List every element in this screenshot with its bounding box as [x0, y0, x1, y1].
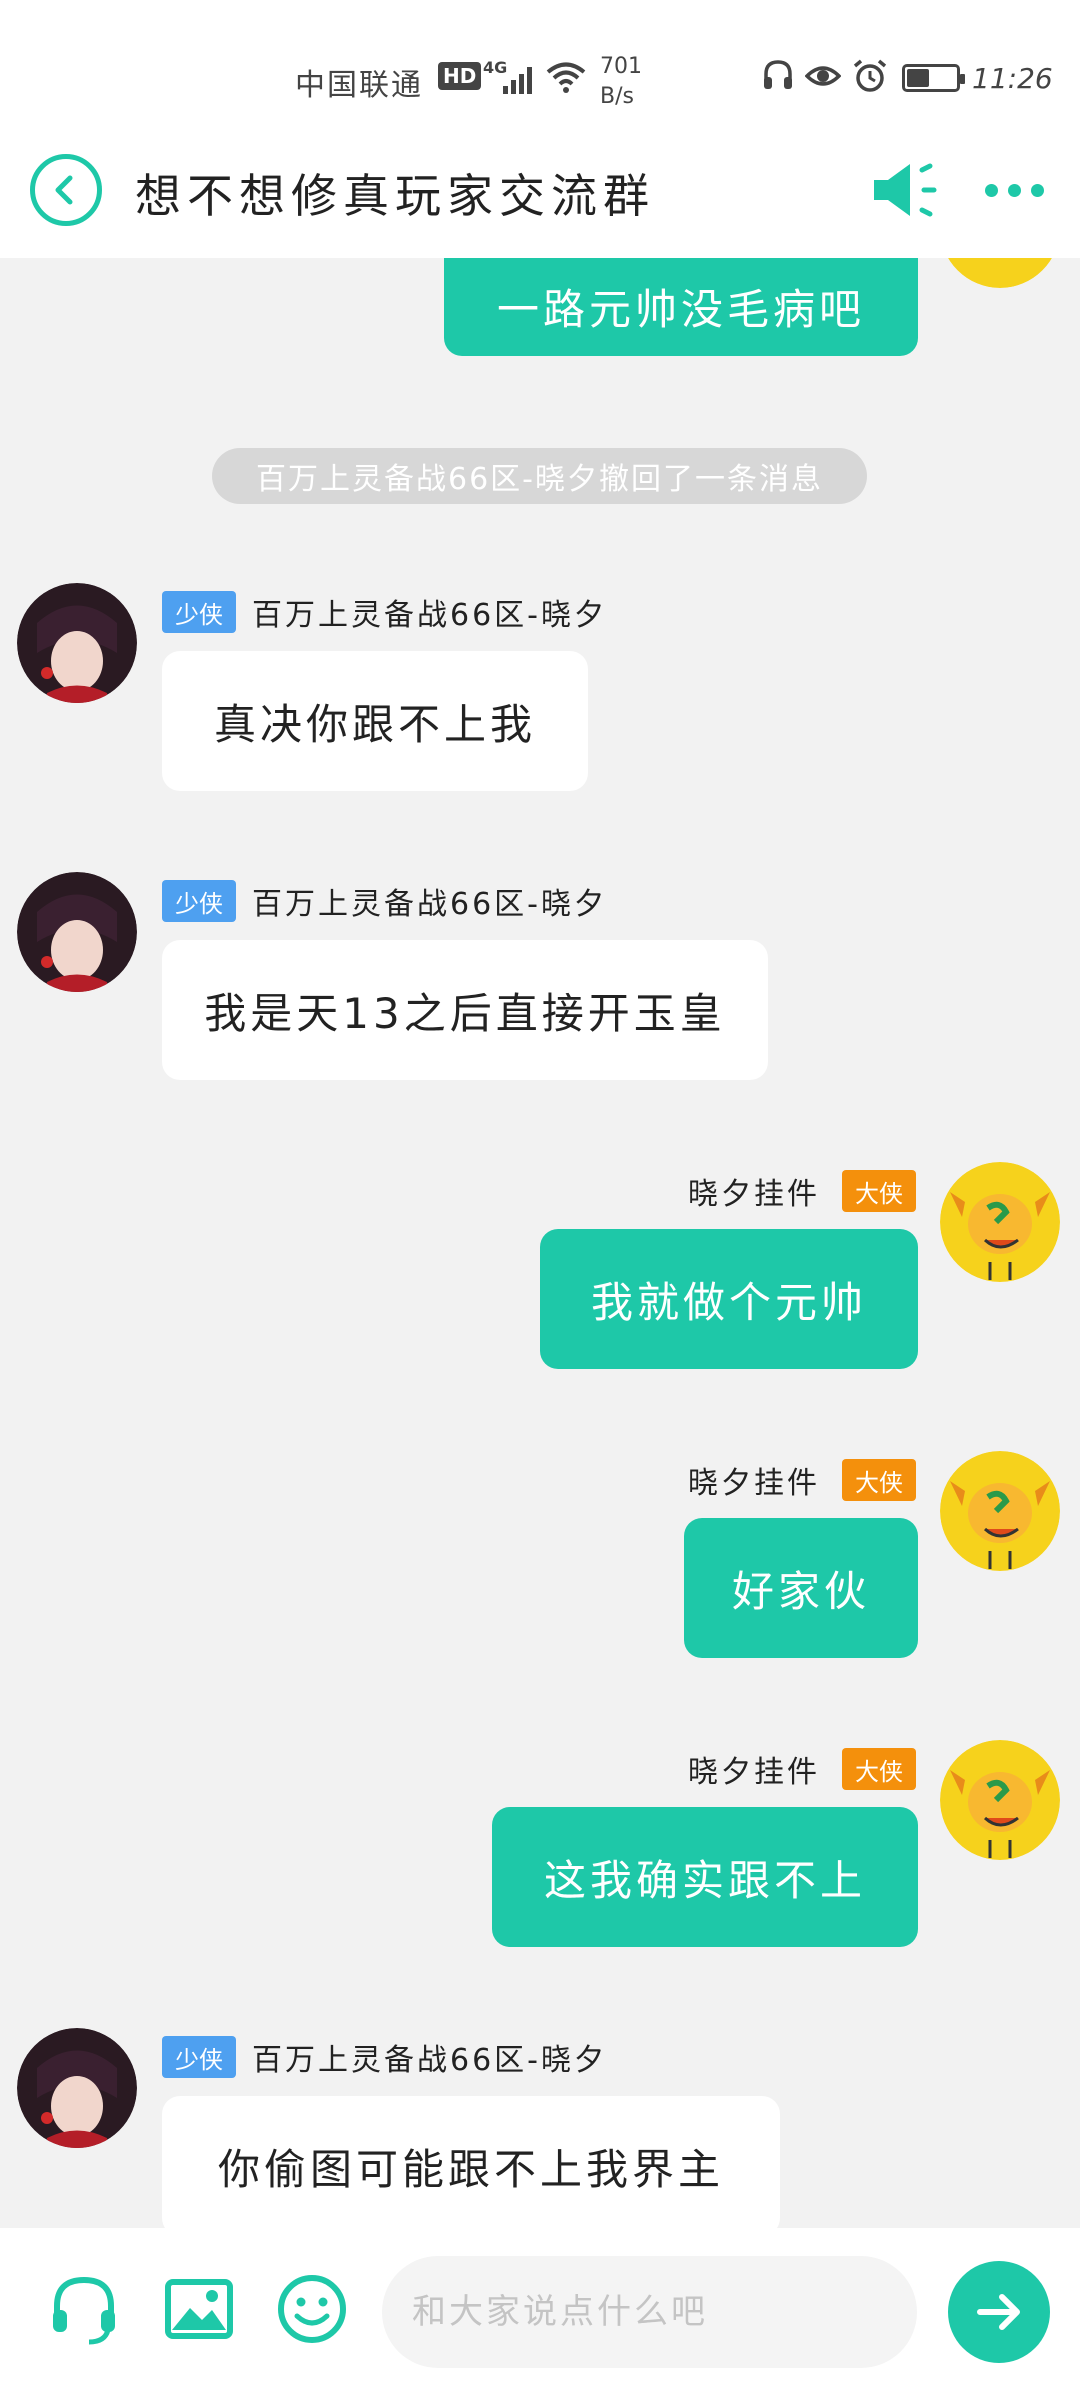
rank-badge: 少侠	[162, 880, 236, 922]
wifi-icon	[546, 62, 586, 93]
sender-avatar[interactable]	[17, 2028, 137, 2148]
speaker-icon[interactable]	[872, 160, 952, 220]
battery-level	[907, 69, 929, 87]
rank-badge: 少侠	[162, 591, 236, 633]
message-bubble[interactable]: 你偷图可能跟不上我界主	[162, 2096, 780, 2228]
message-bubble[interactable]: 我是天13之后直接开玉皇	[162, 940, 768, 1080]
rank-badge: 大侠	[842, 1170, 916, 1212]
my-avatar[interactable]	[940, 258, 1060, 288]
sender-name[interactable]: 百万上灵备战66区-晓夕	[252, 2035, 607, 2079]
emoji-icon[interactable]	[273, 2270, 351, 2348]
headphone-status-icon	[764, 60, 792, 89]
back-button[interactable]	[30, 154, 102, 226]
message-list[interactable]: 一路元帅没毛病吧 百万上灵备战66区-晓夕撤回了一条消息 少侠 百万上灵备战66…	[0, 258, 1080, 2228]
network-speed: 701 B/s	[600, 54, 642, 109]
carrier-label: 中国联通	[295, 68, 423, 103]
image-icon[interactable]	[160, 2270, 238, 2348]
my-avatar[interactable]	[940, 1162, 1060, 1282]
group-title: 想不想修真玩家交流群	[135, 169, 655, 223]
alarm-status-icon	[853, 59, 887, 92]
message-input[interactable]	[382, 2256, 917, 2368]
message-bubble[interactable]: 我就做个元帅	[540, 1229, 918, 1369]
send-button[interactable]	[948, 2261, 1050, 2363]
my-avatar[interactable]	[940, 1451, 1060, 1571]
sender-name[interactable]: 晓夕挂件	[688, 1169, 820, 1213]
hd-badge: HD	[438, 62, 482, 90]
sender-name[interactable]: 晓夕挂件	[688, 1747, 820, 1791]
message-bubble[interactable]: 这我确实跟不上	[492, 1807, 918, 1947]
rank-badge: 少侠	[162, 2036, 236, 2078]
message-bubble[interactable]: 一路元帅没毛病吧	[444, 258, 918, 356]
clock: 11:26	[972, 62, 1053, 95]
rank-badge: 大侠	[842, 1748, 916, 1790]
chat-header: 想不想修真玩家交流群	[0, 140, 1080, 258]
recall-notice: 百万上灵备战66区-晓夕撤回了一条消息	[212, 448, 867, 504]
back-arrow-icon	[55, 175, 73, 205]
send-arrow-icon	[977, 2294, 1020, 2330]
sender-avatar[interactable]	[17, 583, 137, 703]
status-bar: 中国联通 HD 4G 701 B/s 11:26	[0, 0, 1080, 140]
sender-name[interactable]: 晓夕挂件	[688, 1458, 820, 1502]
more-dots-icon[interactable]	[985, 184, 1045, 198]
message-bubble[interactable]: 好家伙	[684, 1518, 918, 1658]
sender-avatar[interactable]	[17, 872, 137, 992]
rank-badge: 大侠	[842, 1459, 916, 1501]
battery-icon	[902, 64, 965, 92]
my-avatar[interactable]	[940, 1740, 1060, 1860]
headset-icon[interactable]	[45, 2270, 123, 2348]
eye-status-icon	[805, 66, 841, 86]
input-bar	[0, 2228, 1080, 2400]
message-bubble[interactable]: 真决你跟不上我	[162, 651, 588, 791]
sender-name[interactable]: 百万上灵备战66区-晓夕	[252, 590, 607, 634]
sender-name[interactable]: 百万上灵备战66区-晓夕	[252, 879, 607, 923]
signal-icon	[503, 60, 537, 94]
